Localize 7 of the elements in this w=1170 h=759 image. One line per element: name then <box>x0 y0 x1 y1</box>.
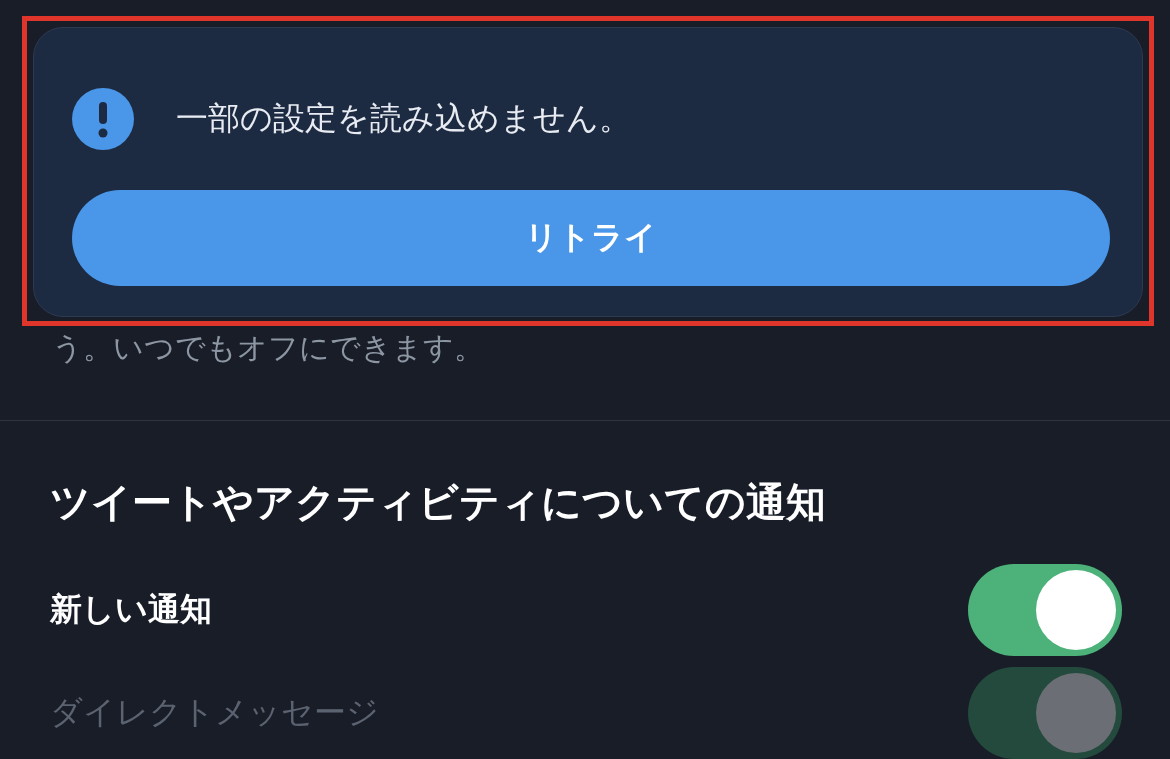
description-text: う。いつでもオフにできます。 <box>52 329 485 367</box>
exclamation-icon <box>72 88 134 150</box>
setting-label: 新しい通知 <box>50 589 212 631</box>
section-title: ツイートやアクティビティについての通知 <box>50 477 827 527</box>
alert-message: 一部の設定を読み込めません。 <box>176 98 631 139</box>
retry-button[interactable]: リトライ <box>72 190 1110 286</box>
setting-label: ダイレクトメッセージ <box>50 691 379 733</box>
